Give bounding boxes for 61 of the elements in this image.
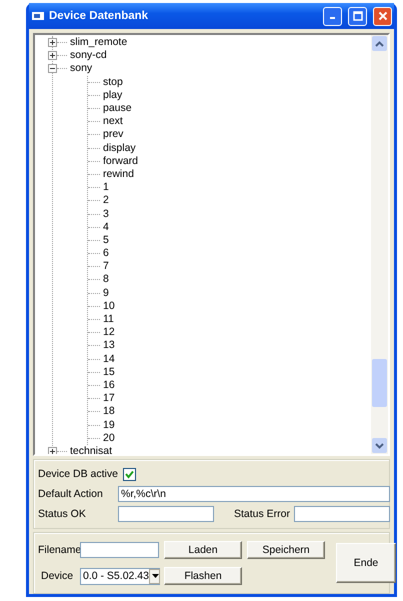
tree-item[interactable]: 4 <box>103 220 109 234</box>
tree-item[interactable]: 9 <box>103 286 109 300</box>
tree-item[interactable]: play <box>103 88 122 102</box>
db-active-label: Device DB active <box>38 468 118 480</box>
tree-item[interactable]: 5 <box>103 234 109 247</box>
tree-item[interactable]: 20 <box>103 432 115 445</box>
tree-item[interactable]: sony <box>70 62 92 76</box>
device-dropdown[interactable]: 0.0 - S5.02.43 <box>80 568 160 584</box>
tree-item[interactable]: 17 <box>103 392 115 406</box>
filename-label: Filename <box>38 544 80 556</box>
collapse-icon[interactable] <box>48 64 57 74</box>
device-label: Device <box>40 570 74 582</box>
default-action-label: Default Action <box>38 488 104 500</box>
tree-item[interactable]: 8 <box>103 273 109 286</box>
filename-field[interactable] <box>80 542 159 558</box>
tree-item[interactable]: 14 <box>103 352 115 366</box>
tree-item[interactable]: display <box>103 142 136 155</box>
tree-item[interactable]: 13 <box>103 339 115 352</box>
tree-item[interactable]: prev <box>103 128 124 142</box>
tree-item[interactable]: slim_remote <box>70 36 128 50</box>
window-title: Device Datenbank <box>49 10 150 22</box>
tree-item[interactable]: next <box>103 115 123 128</box>
status-ok-label: Status OK <box>38 508 87 520</box>
expand-icon[interactable] <box>48 38 57 48</box>
end-button[interactable]: Ende <box>336 543 396 583</box>
minimize-icon[interactable] <box>323 6 342 26</box>
tree-item[interactable]: 15 <box>103 366 115 379</box>
tree-item[interactable]: 7 <box>103 260 109 274</box>
default-action-field[interactable]: %r,%c\r\n <box>118 486 390 502</box>
status-error-field[interactable] <box>294 506 390 522</box>
close-icon[interactable] <box>373 6 392 26</box>
tree-item[interactable]: stop <box>103 76 123 89</box>
tree-item[interactable]: 18 <box>103 405 115 418</box>
app-icon <box>32 11 44 21</box>
tree-item[interactable]: 16 <box>103 378 115 392</box>
tree-item[interactable]: forward <box>103 154 138 168</box>
expand-icon[interactable] <box>48 446 57 454</box>
tree-item[interactable]: rewind <box>103 168 134 181</box>
scroll-thumb[interactable] <box>372 359 387 407</box>
vertical-scrollbar[interactable] <box>371 35 388 454</box>
scroll-up-icon[interactable] <box>372 36 387 51</box>
tree-item[interactable]: pause <box>103 102 132 116</box>
status-error-label: Status Error <box>234 508 291 520</box>
tree-item[interactable]: 19 <box>103 418 115 432</box>
tree-item[interactable]: technisat <box>70 444 112 454</box>
tree-item[interactable]: 2 <box>103 194 109 208</box>
tree-item[interactable]: 10 <box>103 300 115 313</box>
tree-item[interactable]: 3 <box>103 208 109 221</box>
tree-item[interactable]: 11 <box>103 313 114 326</box>
flash-button[interactable]: Flashen <box>164 567 242 585</box>
tree-item[interactable]: 12 <box>103 326 115 340</box>
tree-item[interactable]: sony-cd <box>70 49 107 62</box>
status-ok-field[interactable] <box>118 506 214 522</box>
save-button[interactable]: Speichern <box>247 541 325 559</box>
maximize-icon[interactable] <box>348 6 367 26</box>
expand-icon[interactable] <box>48 51 57 60</box>
scroll-down-icon[interactable] <box>372 438 387 453</box>
tree-item[interactable]: 1 <box>103 181 109 194</box>
load-button[interactable]: Laden <box>164 541 242 559</box>
db-active-checkbox[interactable] <box>122 468 136 480</box>
tree-item[interactable]: 6 <box>103 247 109 260</box>
